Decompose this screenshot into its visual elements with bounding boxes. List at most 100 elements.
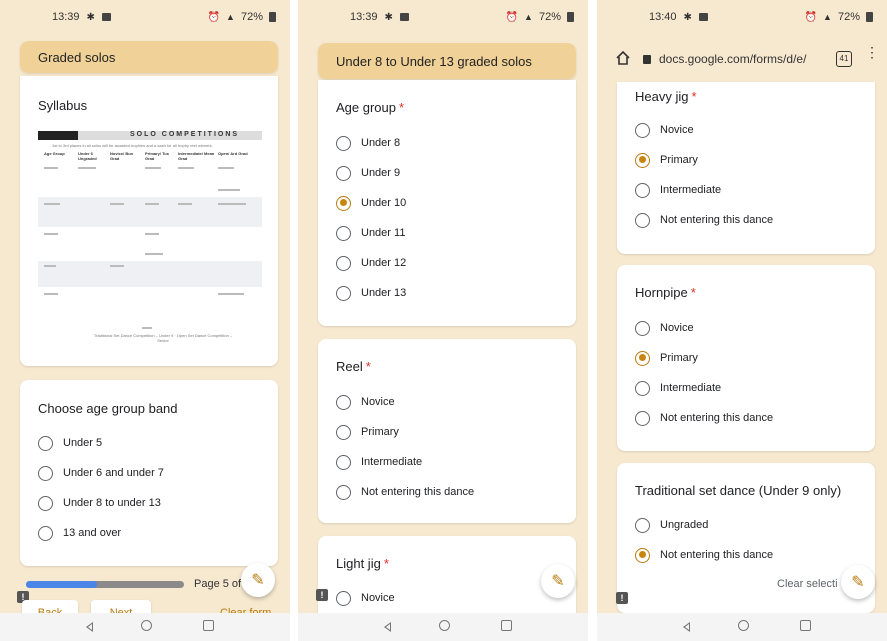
option-label: Under 8 <box>361 137 401 149</box>
radio-button-selected[interactable] <box>635 350 650 366</box>
option-ungraded[interactable]: Ungraded <box>635 510 773 540</box>
signal-icon: ▲ <box>226 12 235 22</box>
radio-button[interactable] <box>635 182 650 198</box>
option-novice[interactable]: Novice <box>635 313 773 343</box>
reel-question-card: Reel * Novice Primary Intermediate Not en… <box>318 339 576 523</box>
option-under-6-7[interactable]: Under 6 and under 7 <box>38 458 164 488</box>
tab-switcher-button[interactable]: 41 <box>836 51 852 67</box>
status-bar: 13:39 ✱ ⏰ ▲ 72% <box>298 0 588 36</box>
radio-button[interactable] <box>336 484 351 500</box>
option-label: Primary <box>361 426 399 438</box>
back-triangle-icon[interactable] <box>384 622 391 632</box>
url-field[interactable]: docs.google.com/forms/d/e/ <box>643 44 833 74</box>
option-under-8[interactable]: Under 8 <box>336 128 406 158</box>
syllabus-row-mark <box>142 327 152 329</box>
radio-button[interactable] <box>336 454 351 470</box>
option-label: Novice <box>660 322 694 334</box>
radio-button[interactable] <box>38 525 53 541</box>
option-under-10[interactable]: Under 10 <box>336 188 406 218</box>
radio-button-selected[interactable] <box>635 547 650 563</box>
status-time: 13:40 <box>649 11 677 23</box>
set-dance-options: Ungraded Not entering this dance <box>635 510 773 570</box>
syllabus-doc-heading: SOLO COMPETITIONS <box>130 131 240 138</box>
radio-button[interactable] <box>336 424 351 440</box>
radio-button[interactable] <box>336 255 351 271</box>
option-under-9[interactable]: Under 9 <box>336 158 406 188</box>
radio-button[interactable] <box>635 380 650 396</box>
radio-button[interactable] <box>336 165 351 181</box>
option-primary[interactable]: Primary <box>336 417 474 447</box>
option-not-entering[interactable]: Not entering this dance <box>635 205 773 235</box>
home-icon[interactable] <box>615 50 631 66</box>
lock-icon <box>643 54 651 64</box>
option-primary[interactable]: Primary <box>635 343 773 373</box>
option-novice[interactable]: Novice <box>635 115 773 145</box>
question-title: Reel * <box>336 359 371 374</box>
option-label: Novice <box>361 396 395 408</box>
recents-square-icon[interactable] <box>501 620 512 631</box>
option-under-11[interactable]: Under 11 <box>336 218 406 248</box>
syllabus-doc-footer: Traditional Set Dance Competition – Unde… <box>93 333 233 343</box>
syllabus-image[interactable]: SOLO COMPETITIONS 1st to 3rd places in a… <box>38 131 262 343</box>
section-header-card: Under 8 to Under 13 graded solos <box>318 43 576 79</box>
option-not-entering[interactable]: Not entering this dance <box>635 540 773 570</box>
option-13-over[interactable]: 13 and over <box>38 518 164 548</box>
option-not-entering[interactable]: Not entering this dance <box>635 403 773 433</box>
option-intermediate[interactable]: Intermediate <box>635 373 773 403</box>
radio-button[interactable] <box>635 517 650 533</box>
radio-button[interactable] <box>635 320 650 336</box>
option-intermediate[interactable]: Intermediate <box>635 175 773 205</box>
radio-button[interactable] <box>635 410 650 426</box>
radio-button[interactable] <box>336 285 351 301</box>
option-under-13[interactable]: Under 13 <box>336 278 406 308</box>
question-title: Hornpipe * <box>635 285 696 300</box>
option-not-entering[interactable]: Not entering this dance <box>336 477 474 507</box>
option-under-5[interactable]: Under 5 <box>38 428 164 458</box>
radio-button[interactable] <box>336 135 351 151</box>
option-intermediate[interactable]: Intermediate <box>336 447 474 477</box>
option-label: Under 5 <box>63 437 103 449</box>
radio-button[interactable] <box>336 590 351 606</box>
radio-button[interactable] <box>635 212 650 228</box>
edit-fab[interactable]: ✎ <box>541 564 575 598</box>
feedback-icon[interactable]: ! <box>316 589 328 601</box>
radio-button[interactable] <box>635 122 650 138</box>
battery-percent: 72% <box>837 11 860 23</box>
syllabus-row-mark <box>178 203 192 205</box>
recents-square-icon[interactable] <box>203 620 214 631</box>
edit-fab[interactable]: ✎ <box>841 565 875 599</box>
battery-icon <box>567 12 574 22</box>
recents-square-icon[interactable] <box>800 620 811 631</box>
heavy-jig-question-card: Heavy jig * Novice Primary Intermediate N… <box>617 82 875 254</box>
back-triangle-icon[interactable] <box>683 622 690 632</box>
home-circle-icon[interactable] <box>439 620 450 631</box>
feedback-icon[interactable]: ! <box>616 592 628 604</box>
radio-button[interactable] <box>336 394 351 410</box>
back-triangle-icon[interactable] <box>86 622 93 632</box>
menu-kebab-icon[interactable]: ⋮ <box>865 45 879 59</box>
radio-button[interactable] <box>38 465 53 481</box>
radio-button[interactable] <box>38 435 53 451</box>
question-title: Choose age group band <box>38 401 178 416</box>
option-under-8-13[interactable]: Under 8 to under 13 <box>38 488 164 518</box>
radio-button-selected[interactable] <box>635 152 650 168</box>
radio-button-selected[interactable] <box>336 195 351 211</box>
radio-button[interactable] <box>336 225 351 241</box>
option-novice[interactable]: Novice <box>336 387 474 417</box>
light-jig-options: Novice <box>336 583 395 613</box>
radio-button[interactable] <box>38 495 53 511</box>
question-title: Traditional set dance (Under 9 only) <box>635 483 842 498</box>
clear-selection-button[interactable]: Clear selecti <box>777 578 838 590</box>
option-label: Not entering this dance <box>361 486 475 498</box>
age-group-options: Under 8 Under 9 Under 10 Under 11 Under … <box>336 128 406 308</box>
option-primary[interactable]: Primary <box>635 145 773 175</box>
syllabus-row-mark <box>178 167 194 169</box>
edit-fab[interactable]: ✎ <box>241 563 275 597</box>
option-under-12[interactable]: Under 12 <box>336 248 406 278</box>
syllabus-row-mark <box>218 203 246 205</box>
age-band-question-card: Choose age group band Under 5 Under 6 an… <box>20 380 278 566</box>
option-label: Not entering this dance <box>660 214 774 226</box>
option-novice[interactable]: Novice <box>336 583 395 613</box>
home-circle-icon[interactable] <box>141 620 152 631</box>
home-circle-icon[interactable] <box>738 620 749 631</box>
